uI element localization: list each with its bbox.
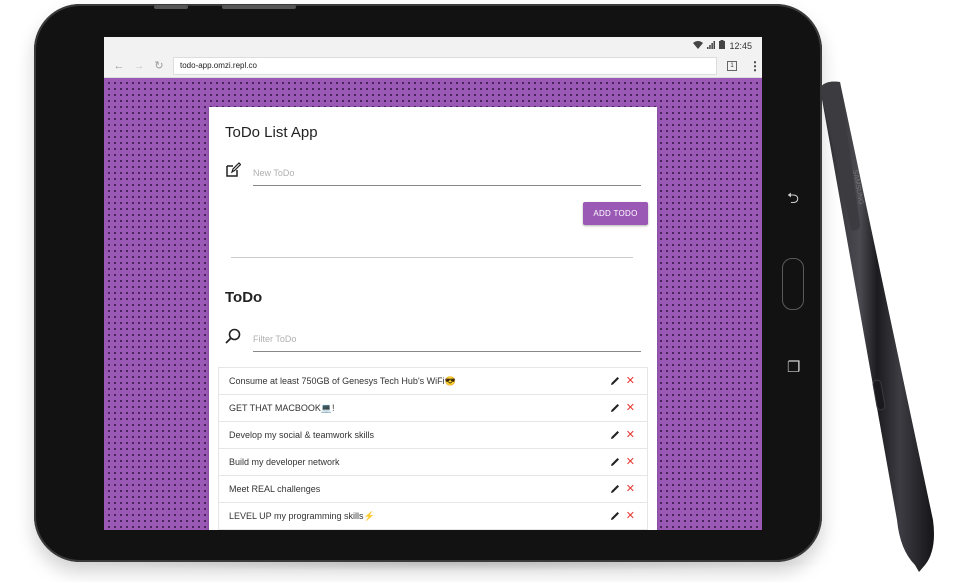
url-text: todo-app.omzi.repl.co [180, 61, 257, 70]
todo-item: Build my developer network ✕ [219, 449, 647, 476]
pencil-icon[interactable] [610, 376, 620, 386]
status-bar: 12:45 [104, 37, 762, 54]
stylus-pen: SAMSUNG [820, 81, 934, 572]
todo-text: Develop my social & teamwork skills [229, 430, 375, 440]
todo-item: LEVEL UP my programming skills⚡ ✕ [219, 503, 647, 530]
todo-section-title: ToDo [225, 289, 263, 306]
todo-text: LEVEL UP my programming skills⚡ [229, 510, 375, 521]
edit-square-icon [226, 162, 241, 177]
battery-icon [719, 40, 726, 51]
todo-text: Consume at least 750GB of Genesys Tech H… [229, 375, 456, 386]
tablet-screen: 12:45 ← → ↻ todo-app.omzi.repl.co 1 ⋮ To… [104, 37, 762, 530]
wifi-icon [693, 40, 704, 51]
recent-apps-icon[interactable]: ❐ [787, 360, 800, 375]
new-todo-field [225, 160, 641, 186]
delete-icon[interactable]: ✕ [626, 483, 635, 495]
address-bar[interactable]: todo-app.omzi.repl.co [173, 56, 717, 75]
todo-list: Consume at least 750GB of Genesys Tech H… [218, 367, 648, 530]
power-button[interactable] [154, 5, 188, 9]
home-button[interactable] [782, 258, 804, 310]
todo-text: Meet REAL challenges [229, 484, 321, 494]
filter-field [225, 326, 641, 352]
app-title: ToDo List App [225, 124, 318, 141]
add-todo-button[interactable]: ADD TODO [583, 202, 648, 225]
status-time: 12:45 [729, 40, 752, 51]
section-divider [231, 257, 633, 258]
filter-todo-input[interactable] [253, 326, 641, 352]
new-todo-input[interactable] [253, 160, 641, 186]
browser-toolbar: ← → ↻ todo-app.omzi.repl.co 1 ⋮ [104, 54, 762, 78]
todo-item: GET THAT MACBOOK💻! ✕ [219, 395, 647, 422]
delete-icon[interactable]: ✕ [626, 429, 635, 441]
pencil-icon[interactable] [610, 484, 620, 494]
delete-icon[interactable]: ✕ [626, 402, 635, 414]
todo-card: ToDo List App ADD TODO ToDo Consume at l… [209, 107, 657, 530]
browser-menu-icon[interactable]: ⋮ [749, 60, 761, 72]
pencil-icon[interactable] [610, 511, 620, 521]
delete-icon[interactable]: ✕ [626, 375, 635, 387]
browser-back-icon[interactable]: ← [109, 60, 129, 72]
reload-icon[interactable]: ↻ [149, 59, 169, 72]
pencil-icon[interactable] [610, 457, 620, 467]
todo-text: Build my developer network [229, 457, 340, 467]
todo-text: GET THAT MACBOOK💻! [229, 402, 335, 413]
search-icon [225, 328, 241, 344]
todo-item: Consume at least 750GB of Genesys Tech H… [219, 368, 647, 395]
pencil-icon[interactable] [610, 403, 620, 413]
signal-icon [707, 40, 716, 51]
pencil-icon[interactable] [610, 430, 620, 440]
delete-icon[interactable]: ✕ [626, 456, 635, 468]
delete-icon[interactable]: ✕ [626, 510, 635, 522]
back-arrow-icon[interactable]: ⮌ [787, 191, 799, 206]
browser-forward-icon[interactable]: → [129, 60, 149, 72]
volume-button[interactable] [222, 5, 296, 9]
todo-item: Develop my social & teamwork skills ✕ [219, 422, 647, 449]
tab-count-button[interactable]: 1 [727, 60, 737, 71]
todo-item: Meet REAL challenges ✕ [219, 476, 647, 503]
